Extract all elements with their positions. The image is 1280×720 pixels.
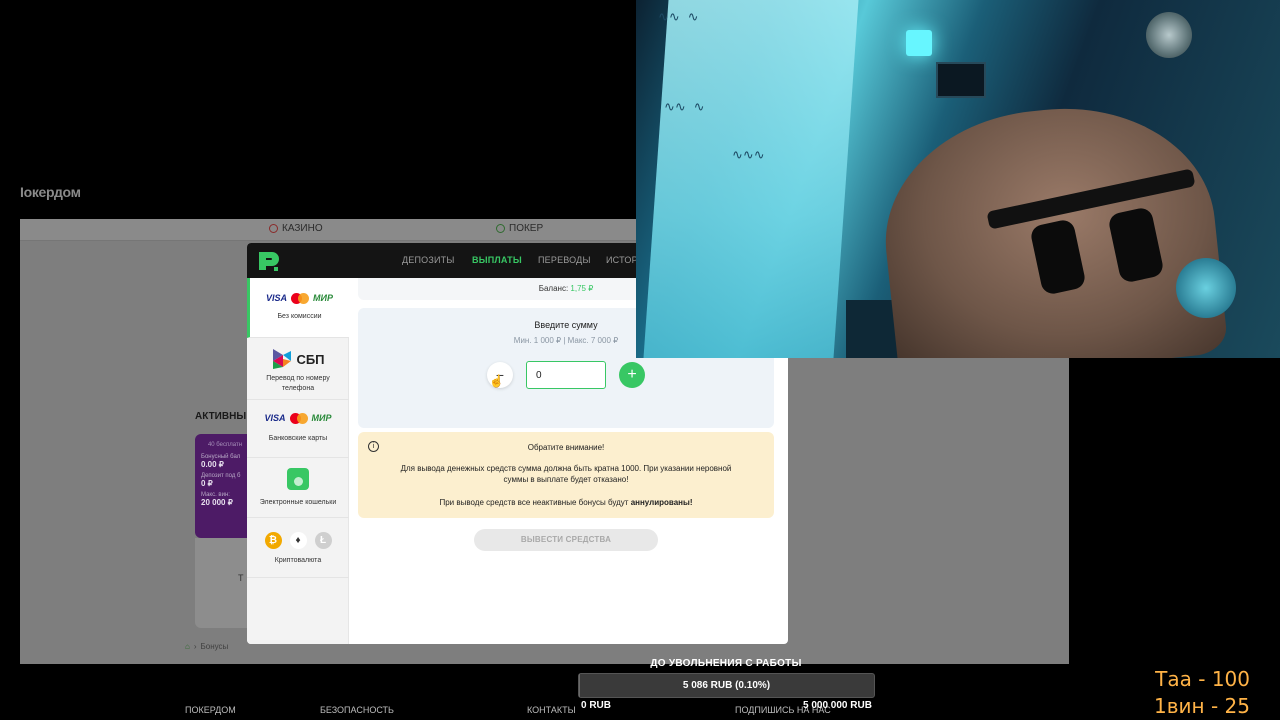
method-bank-cards[interactable]: VISA МИР Банковские карты <box>247 400 349 458</box>
home-icon[interactable]: ⌂ <box>185 642 190 651</box>
tab-transfers[interactable]: ПЕРЕВОДЫ <box>538 255 591 265</box>
counter-line: Таа - 100 <box>1155 667 1250 691</box>
footer-link[interactable]: БЕЗОПАСНОСТЬ <box>320 705 394 715</box>
sbp-logo: СБП <box>247 346 349 372</box>
breadcrumb-item[interactable]: Бонусы <box>201 642 229 651</box>
pokerdom-logo-icon <box>259 252 279 271</box>
tab-deposits[interactable]: ДЕПОЗИТЫ <box>402 255 455 265</box>
method-no-commission[interactable]: VISA МИР Без комиссии <box>247 278 349 338</box>
balance-label: Баланс: <box>538 284 569 293</box>
method-label: Перевод по номеру телефона <box>266 375 330 392</box>
tab-history[interactable]: ИСТОР <box>606 255 638 265</box>
litecoin-icon: Ł <box>314 531 332 549</box>
bonus-row-value: 20 000 ₽ <box>201 498 233 507</box>
whiteboard <box>643 0 859 358</box>
mastercard-icon <box>291 292 310 304</box>
casino-icon <box>269 224 278 233</box>
counter-line: 1вин - 25 <box>1154 694 1250 718</box>
card-brands: VISA МИР <box>250 290 349 306</box>
visa-icon: VISA <box>266 293 288 303</box>
footer-link[interactable]: КОНТАКТЫ <box>527 705 576 715</box>
method-sbp[interactable]: СБП Перевод по номеру телефона <box>247 338 349 400</box>
mir-icon: МИР <box>313 293 333 303</box>
notice-title: Обратите внимание! <box>527 443 605 452</box>
sbp-text: СБП <box>296 351 325 367</box>
bonus-card-lower: Т <box>195 538 255 628</box>
crypto-icons: ₿ ♦ Ł <box>247 530 349 550</box>
tab-poker-label: ПОКЕР <box>509 223 544 234</box>
lamp <box>1146 12 1192 58</box>
bonus-card[interactable]: 40 бесплатн Бонусный бал 0.00 ₽ Депозит … <box>195 434 255 538</box>
goal-min: 0 RUB <box>581 700 612 711</box>
increase-amount-button[interactable]: + <box>619 362 645 388</box>
bonus-row-value: 0 ₽ <box>201 479 213 488</box>
goal-max: 5 000 000 RUB <box>803 700 872 711</box>
tab-withdrawals[interactable]: ВЫПЛАТЫ <box>472 255 522 265</box>
breadcrumb-separator: › <box>193 642 197 651</box>
visa-icon: VISA <box>264 413 286 423</box>
tab-poker[interactable]: ПОКЕР <box>496 223 543 234</box>
poker-icon <box>496 224 505 233</box>
notice-box: i Обратите внимание! Для вывода денежных… <box>358 432 774 518</box>
mouse-cursor-icon: ☝ <box>489 374 504 388</box>
wallet-icon <box>287 468 309 490</box>
bitcoin-icon: ₿ <box>264 531 282 549</box>
card-brands: VISA МИР <box>247 410 349 426</box>
bonus-lower-text: Т <box>238 573 244 583</box>
background-monitor <box>936 62 986 98</box>
ball <box>1176 258 1236 318</box>
goal-value: 5 086 RUB (0.10%) <box>682 680 771 691</box>
notice-bonus-text: При выводе средств все неактивные бонусы… <box>439 498 629 507</box>
ethereum-icon: ♦ <box>289 531 307 549</box>
sbp-icon <box>273 349 292 369</box>
method-e-wallets[interactable]: Электронные кошельки <box>247 458 349 518</box>
webcam-overlay: ∿∿ ∿ ∿∿ ∿ ∿∿∿ <box>636 0 1280 358</box>
goal-progress-bar: 5 086 RUB (0.10%) <box>578 673 875 698</box>
tab-casino[interactable]: КАЗИНО <box>269 223 323 234</box>
method-label: Электронные кошельки <box>259 499 337 506</box>
whiteboard-scribble: ∿∿ ∿ <box>658 10 699 25</box>
payment-methods-sidebar: VISA МИР Без комиссии СБП Перевод по ном… <box>247 278 349 644</box>
footer-link[interactable]: ПОКЕРДОМ <box>185 705 236 715</box>
balance-value: 1,75 ₽ <box>570 284 594 293</box>
mir-icon: МИР <box>311 413 332 423</box>
whiteboard-scribble: ∿∿∿ <box>732 148 765 163</box>
withdraw-button[interactable]: ВЫВЕСТИ СРЕДСТВА <box>474 529 658 551</box>
amount-input[interactable] <box>526 361 606 389</box>
active-bonuses-heading: АКТИВНЫ <box>195 411 247 422</box>
goal-title: ДО УВОЛЬНЕНИЯ С РАБОТЫ <box>650 658 802 669</box>
tab-casino-label: КАЗИНО <box>282 223 323 234</box>
method-label: Банковские карты <box>268 435 328 442</box>
bonus-row-value: 0.00 ₽ <box>201 460 224 469</box>
mastercard-icon <box>289 412 308 424</box>
notice-body: Для вывода денежных средств сумма должна… <box>400 464 732 484</box>
ceiling-light <box>906 30 932 56</box>
notice-bonus-warning: При выводе средств все неактивные бонусы… <box>358 497 774 508</box>
notice-bonus-bold: аннулированы! <box>630 498 693 507</box>
method-crypto[interactable]: ₿ ♦ Ł Криптовалюта <box>247 518 349 578</box>
site-logo: Iокердом <box>20 184 81 200</box>
whiteboard-scribble: ∿∿ ∿ <box>664 100 705 115</box>
breadcrumb: ⌂ › Бонусы <box>185 642 228 651</box>
stream-frame: Iокердом КАЗИНО ПОКЕР АКТИВНЫ 40 бесплат… <box>0 0 1280 720</box>
method-label: Без комиссии <box>277 313 322 320</box>
method-label: Криптовалюта <box>274 557 322 564</box>
bonus-card-title: 40 бесплатн <box>207 442 243 448</box>
